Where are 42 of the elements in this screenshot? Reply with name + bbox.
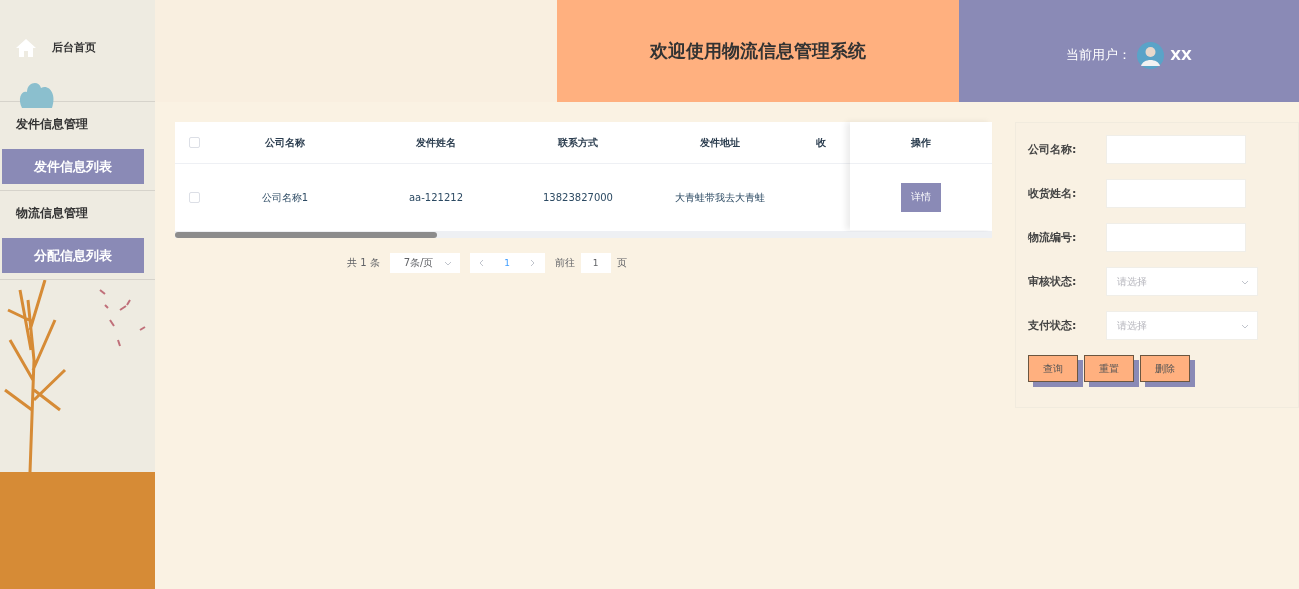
field-label: 支付状态: bbox=[1028, 318, 1078, 333]
home-icon bbox=[16, 38, 36, 57]
column-header: 发件姓名 bbox=[415, 135, 457, 150]
field-label: 审核状态: bbox=[1028, 274, 1078, 289]
previous-page-button[interactable] bbox=[469, 253, 495, 273]
input-field[interactable] bbox=[1106, 223, 1246, 252]
menu-item[interactable]: 分配信息列表 bbox=[2, 238, 144, 273]
menu-item[interactable]: 后台首页 bbox=[52, 40, 96, 55]
avatar-icon bbox=[1137, 41, 1165, 69]
column-header: 操作 bbox=[850, 122, 992, 164]
menu-group-title[interactable]: 发件信息管理 bbox=[16, 116, 155, 133]
row-checkbox[interactable] bbox=[189, 192, 200, 203]
field-label: 收货姓名: bbox=[1028, 186, 1078, 201]
page-size-select[interactable]: 7条/页 bbox=[389, 253, 460, 273]
select-all-checkbox[interactable] bbox=[189, 137, 200, 148]
menu-item[interactable]: 发件信息列表 bbox=[2, 149, 144, 184]
table-cell-text: aa-121212 bbox=[407, 192, 464, 203]
column-header: 发件地址 bbox=[699, 135, 741, 150]
menu-group-title[interactable]: 物流信息管理 bbox=[16, 205, 155, 222]
chevron-down-icon bbox=[443, 259, 452, 267]
goto-label: 前往 bbox=[554, 256, 575, 270]
detail-button[interactable]: 详情 bbox=[901, 182, 941, 212]
column-header: 收 bbox=[815, 135, 827, 150]
page-number[interactable]: 1 bbox=[494, 253, 520, 273]
field-label: 公司名称: bbox=[1028, 142, 1078, 157]
table-cell-text: 大青蛙带我去大青蛙 bbox=[674, 190, 766, 205]
field-label: 物流编号: bbox=[1028, 230, 1078, 245]
page-input[interactable]: 1 bbox=[580, 253, 611, 273]
page-suffix: 页 bbox=[616, 256, 627, 270]
user-name: XX bbox=[1170, 47, 1192, 63]
input-field[interactable] bbox=[1106, 179, 1246, 208]
next-page-button[interactable] bbox=[519, 253, 545, 273]
table-cell-text: 13823827000 bbox=[542, 192, 614, 203]
scrollbar-thumb[interactable] bbox=[175, 232, 437, 238]
user-label: 当前用户： bbox=[1066, 46, 1132, 64]
chevron-right-icon bbox=[528, 259, 537, 267]
table-cell-text: 公司名称1 bbox=[260, 190, 310, 205]
column-header: 公司名称 bbox=[264, 135, 306, 150]
input-field[interactable] bbox=[1106, 135, 1246, 164]
column-header: 联系方式 bbox=[557, 135, 599, 150]
page-title: 欢迎使用物流信息管理系统 bbox=[557, 0, 959, 102]
total-count: 共 1 条 bbox=[347, 256, 380, 270]
